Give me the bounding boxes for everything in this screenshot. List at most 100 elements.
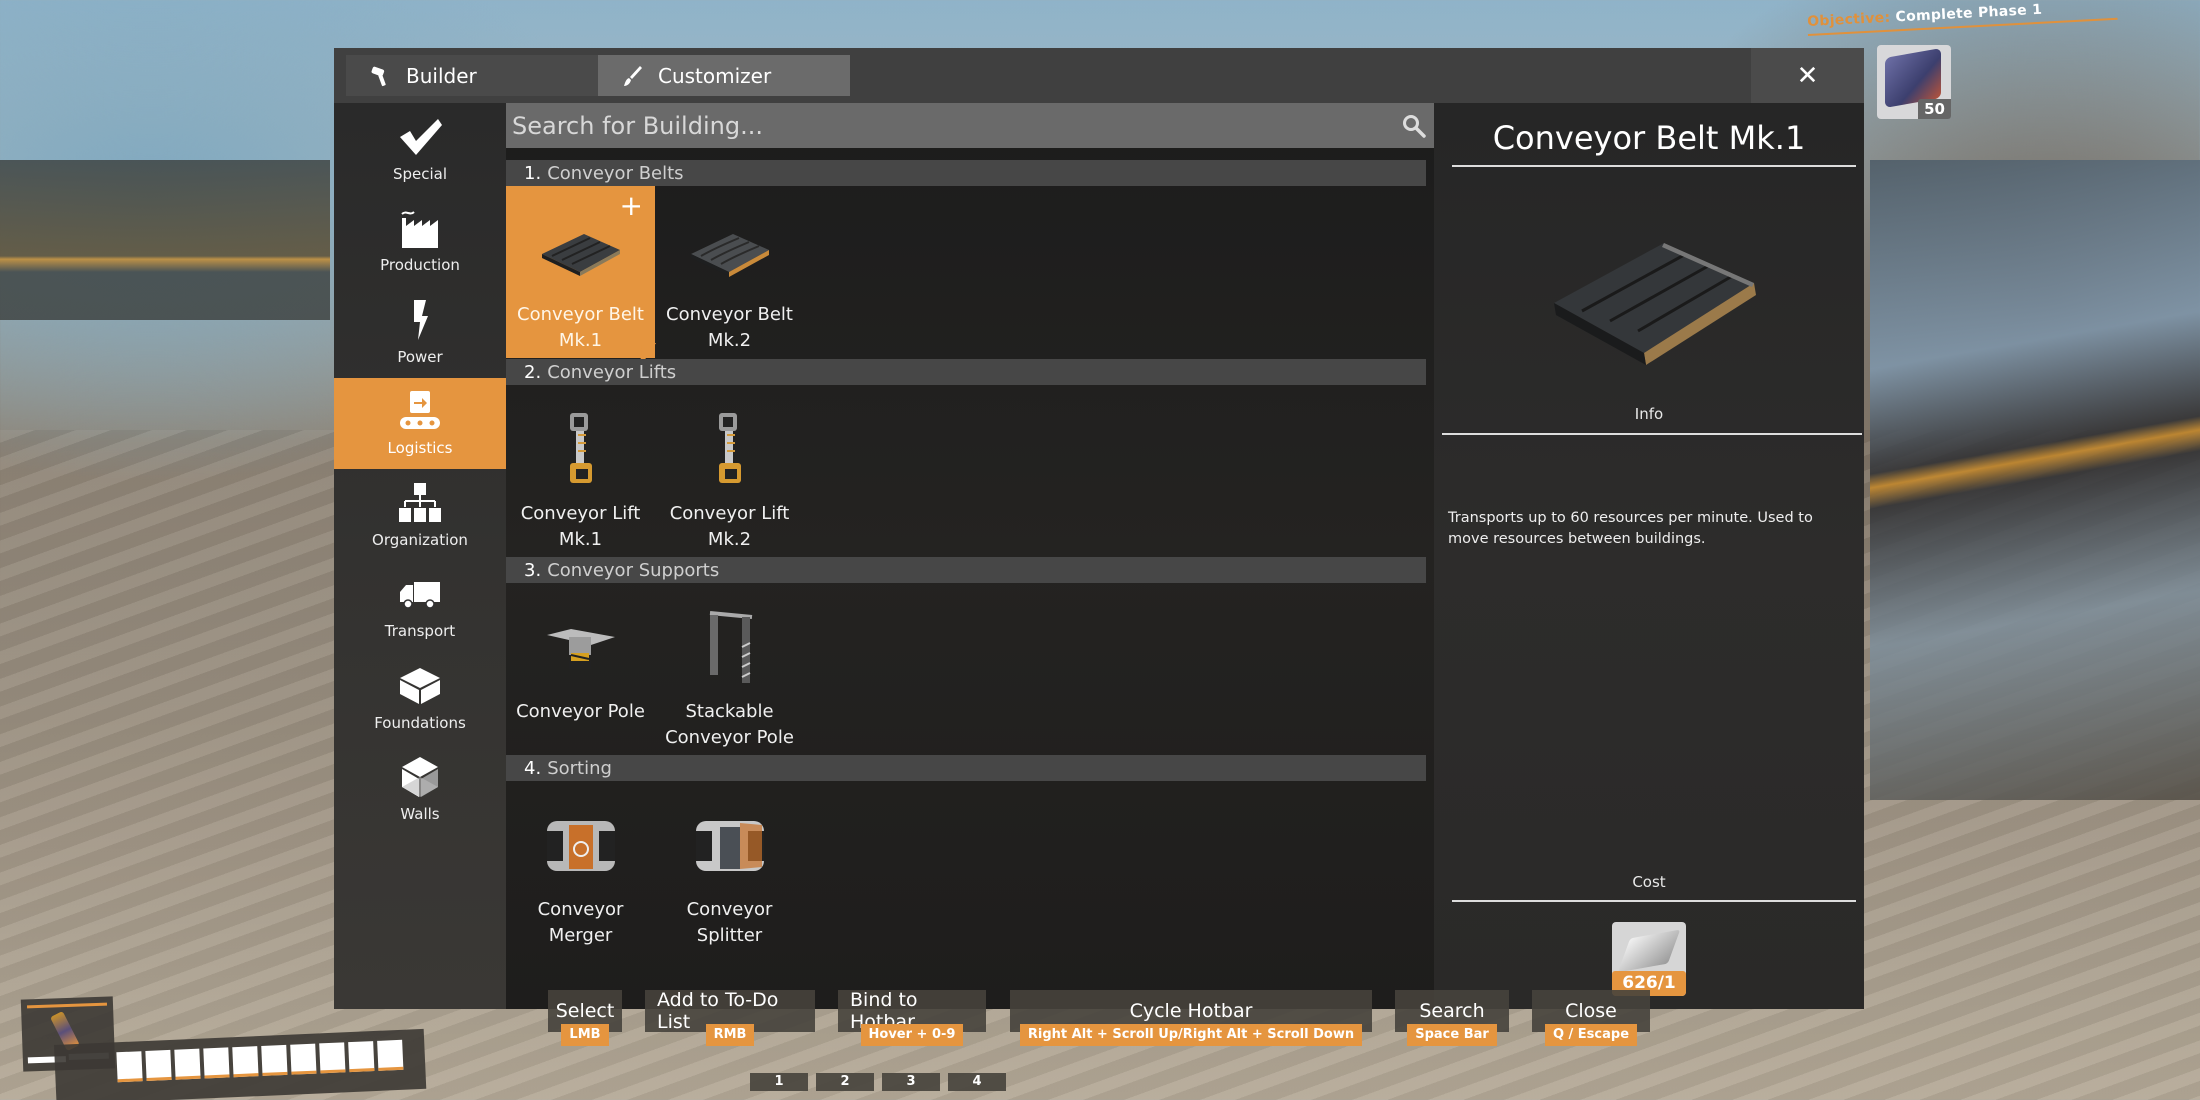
inventory-slot[interactable]	[290, 1043, 317, 1075]
section-header-conveyor-supports: 3. Conveyor Supports	[506, 557, 1426, 583]
inventory-slot[interactable]	[145, 1049, 172, 1081]
iron-plate-icon	[1617, 929, 1681, 973]
tab-bar: Builder Customizer	[346, 55, 850, 96]
category-label: Foundations	[374, 713, 466, 732]
category-foundations[interactable]: Foundations	[334, 652, 506, 744]
conveyor-lift-icon	[531, 403, 631, 495]
section-title: Conveyor Belts	[547, 162, 684, 184]
category-label: Walls	[400, 805, 440, 824]
objective-item: 50	[1877, 45, 1951, 119]
close-button[interactable]: ✕	[1751, 48, 1864, 103]
building-conveyor-belt-mk2[interactable]: Conveyor Belt Mk.2	[655, 186, 804, 358]
conveyor-merger-icon	[531, 799, 631, 891]
conveyor-lift-mk2-icon	[680, 403, 780, 495]
inventory-slot[interactable]	[116, 1051, 143, 1083]
key-badge: Space Bar	[1407, 1024, 1497, 1046]
truck-icon	[400, 582, 440, 609]
conveyor-pole-icon	[531, 601, 631, 693]
tab-customizer-label: Customizer	[658, 63, 772, 88]
factory-icon	[401, 211, 438, 249]
building-name-line1: Conveyor	[686, 899, 773, 920]
hint-bind-hotbar: Bind to Hotbar Hover + 0-9	[838, 989, 986, 1046]
tab-customizer[interactable]: Customizer	[598, 55, 850, 96]
inventory-slot[interactable]	[377, 1039, 404, 1071]
search-icon[interactable]	[1394, 106, 1434, 146]
building-conveyor-merger[interactable]: Conveyor Merger	[506, 781, 655, 953]
section-header-conveyor-belts: 1. Conveyor Belts	[506, 160, 1426, 186]
building-list: 1. Conveyor Belts + Conveyor Belt Mk.1 C…	[506, 103, 1434, 1009]
building-stackable-conveyor-pole[interactable]: Stackable Conveyor Pole	[655, 583, 804, 755]
title-divider	[1452, 165, 1856, 167]
hierarchy-icon	[399, 482, 441, 522]
inventory-slot[interactable]	[348, 1041, 375, 1073]
inventory-slot[interactable]	[174, 1048, 201, 1080]
section-header-conveyor-lifts: 2. Conveyor Lifts	[506, 359, 1426, 385]
hint-close: Close Q / Escape	[1532, 990, 1650, 1046]
key-badge: Right Alt + Scroll Up/Right Alt + Scroll…	[1019, 1024, 1363, 1046]
category-transport[interactable]: Transport	[334, 561, 506, 653]
objective-banner: Objective: Complete Phase 1	[1806, 0, 2118, 37]
building-conveyor-lift-mk2[interactable]: Conveyor Lift Mk.2	[655, 385, 804, 557]
section-header-sorting: 4. Sorting	[506, 755, 1426, 781]
category-production[interactable]: Production	[334, 195, 506, 287]
hammer-icon	[370, 65, 392, 87]
tool-durability-bar	[26, 1002, 108, 1009]
building-info-panel: Conveyor Belt Mk.1 Info Transports up to…	[1434, 103, 1864, 1009]
building-name-line2: Mk.1	[558, 330, 603, 351]
building-conveyor-lift-mk1[interactable]: Conveyor Lift Mk.1	[506, 385, 655, 557]
building-name-line1: Conveyor Belt	[666, 304, 793, 325]
category-logistics[interactable]: Logistics	[334, 377, 506, 469]
conveyor-splitter-icon	[680, 799, 780, 891]
hotbar-slot-2[interactable]: 2	[816, 1073, 874, 1091]
conveyor-belt-icon	[531, 204, 631, 296]
background-machinery	[0, 160, 330, 320]
objective-text: Complete Phase 1	[1895, 1, 2043, 26]
building-name-line2: Mk.2	[707, 529, 752, 550]
tab-builder[interactable]: Builder	[346, 55, 598, 96]
search-input[interactable]	[512, 111, 1394, 140]
conveyor-icon	[400, 391, 440, 430]
category-special[interactable]: Special	[334, 103, 506, 195]
info-label: Info	[1634, 405, 1664, 423]
build-menu-panel: Builder Customizer ✕ Special Production …	[334, 48, 1864, 1009]
category-walls[interactable]: Walls	[334, 744, 506, 836]
building-conveyor-pole[interactable]: Conveyor Pole	[506, 583, 655, 755]
building-name-line1: Conveyor Pole	[516, 701, 645, 722]
category-label: Power	[397, 347, 443, 366]
section-number: 4.	[524, 757, 542, 779]
building-description: Transports up to 60 resources per minute…	[1448, 510, 1813, 547]
category-power[interactable]: Power	[334, 286, 506, 378]
building-name-line2: Mk.2	[707, 330, 752, 351]
hint-add-to-todo: Add to To-Do List RMB	[645, 989, 815, 1046]
section-title: Sorting	[547, 757, 612, 779]
building-conveyor-belt-mk1[interactable]: + Conveyor Belt Mk.1	[506, 186, 655, 358]
category-organization[interactable]: Organization	[334, 469, 506, 561]
category-label: Organization	[372, 530, 468, 549]
hotbar-slot-4[interactable]: 4	[948, 1073, 1006, 1091]
building-name-line1: Conveyor Belt	[517, 304, 644, 325]
inventory-slot[interactable]	[319, 1042, 346, 1074]
building-conveyor-splitter[interactable]: Conveyor Splitter	[655, 781, 804, 953]
category-label: Logistics	[387, 439, 453, 458]
inventory-slot[interactable]	[261, 1044, 288, 1076]
conveyor-belt-mk2-icon	[680, 204, 780, 296]
hotbar-slot-3[interactable]: 3	[882, 1073, 940, 1091]
close-icon: ✕	[1796, 60, 1819, 91]
section-title: Conveyor Supports	[547, 559, 720, 581]
inventory-slot[interactable]	[203, 1047, 230, 1079]
section-title: Conveyor Lifts	[547, 361, 677, 383]
hint-select: Select LMB	[548, 990, 622, 1046]
building-name-line2: Merger	[548, 925, 613, 946]
tab-builder-label: Builder	[406, 63, 477, 88]
add-to-todo-icon[interactable]: +	[620, 192, 643, 220]
cost-item-iron-plate: 626/1	[1612, 922, 1686, 996]
category-label: Special	[392, 164, 448, 183]
hotbar-slot-1[interactable]: 1	[750, 1073, 808, 1091]
wall-cube-icon	[402, 757, 438, 798]
category-label: Transport	[384, 622, 456, 641]
objective-item-count: 50	[1918, 99, 1951, 119]
checkmark-icon	[400, 118, 442, 155]
building-title: Conveyor Belt Mk.1	[1492, 119, 1806, 157]
section-number: 3.	[524, 559, 542, 581]
inventory-slot[interactable]	[232, 1046, 259, 1078]
